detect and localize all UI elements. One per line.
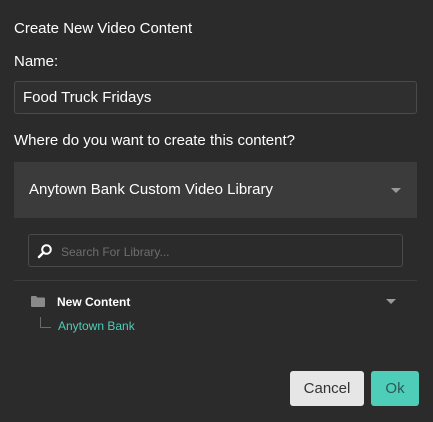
caret-down-icon [391, 188, 401, 193]
name-label: Name: [14, 53, 59, 70]
name-input[interactable] [14, 81, 417, 114]
ok-button[interactable]: Ok [371, 371, 419, 406]
folder-icon [31, 296, 45, 307]
search-icon [37, 244, 52, 259]
library-search-input[interactable] [59, 235, 398, 268]
location-question: Where do you want to create this content… [14, 132, 295, 149]
cancel-button[interactable]: Cancel [290, 371, 364, 406]
library-dropdown[interactable]: Anytown Bank Custom Video Library [14, 162, 417, 218]
tree-connector [40, 317, 51, 328]
tree-folder-label: New Content [57, 295, 131, 309]
divider [14, 280, 417, 281]
dialog-title: Create New Video Content [14, 20, 193, 37]
library-dropdown-label: Anytown Bank Custom Video Library [29, 181, 274, 198]
create-video-dialog: Create New Video Content Name: Where do … [0, 0, 433, 422]
library-search-box [28, 234, 403, 268]
caret-down-icon[interactable] [386, 299, 396, 304]
tree-item-anytown-bank[interactable]: Anytown Bank [58, 319, 135, 333]
tree-folder-new-content[interactable]: New Content [14, 290, 417, 314]
location-panel: Anytown Bank Custom Video Library New Co… [14, 162, 417, 350]
